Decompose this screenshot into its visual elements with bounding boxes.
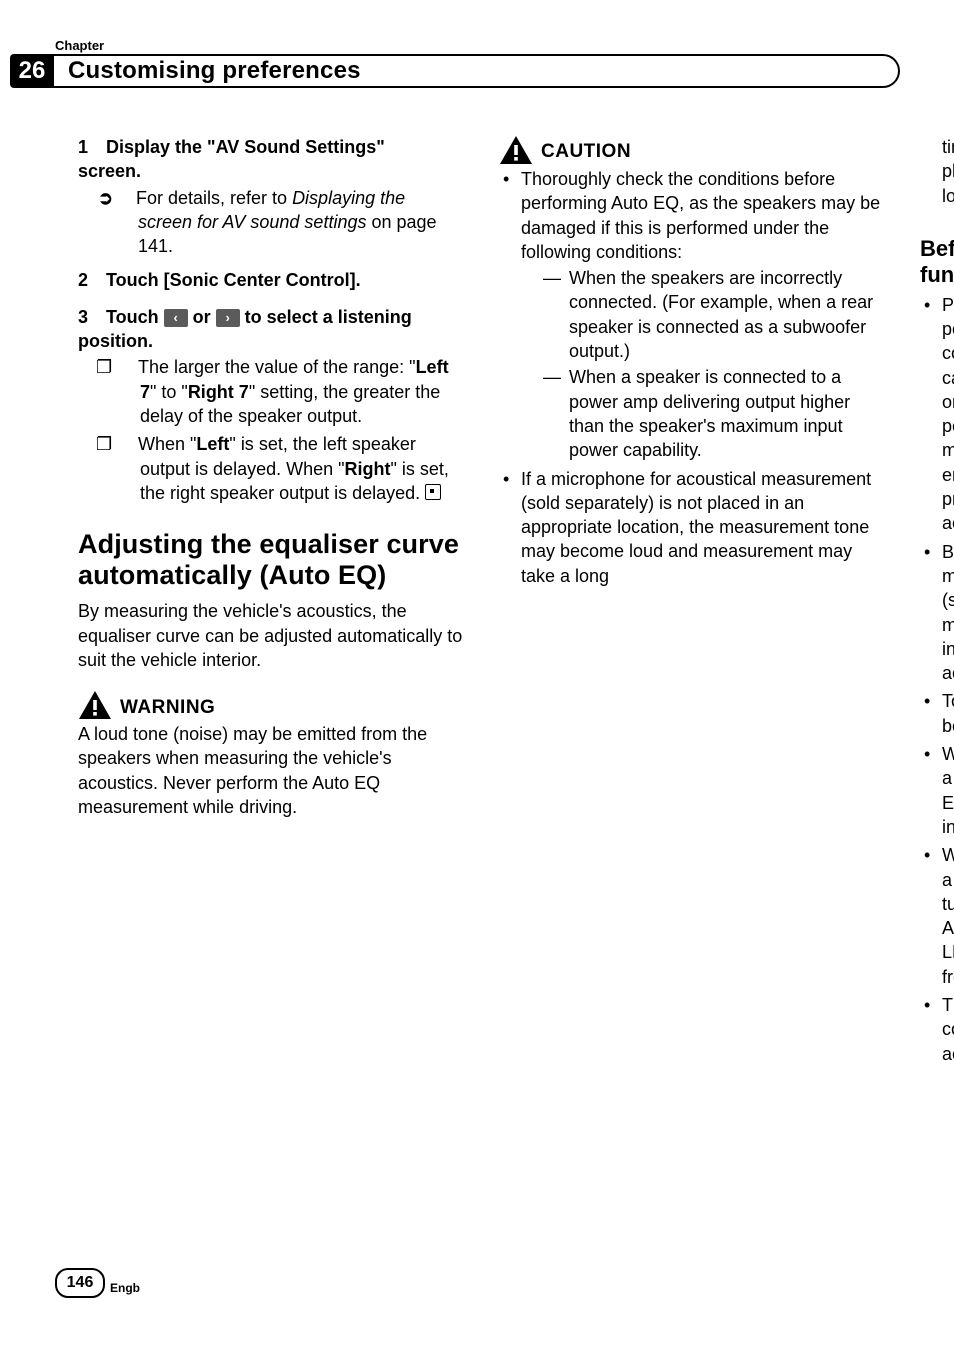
caution-heading: CAUTION xyxy=(499,135,884,165)
end-of-section-icon xyxy=(425,484,441,500)
caution-subitem: When a speaker is connected to a power a… xyxy=(543,365,884,462)
chapter-number-badge: 26 xyxy=(10,54,54,88)
note-bullet-icon: ❐ xyxy=(118,355,138,379)
list-item: When this navigation system is connected… xyxy=(920,742,954,839)
chapter-title-bar: Customising preferences xyxy=(54,54,900,88)
step-number: 2 xyxy=(78,268,106,292)
caution-item-2-part1: If a microphone for acoustical measureme… xyxy=(499,467,884,588)
note-bullet-icon: ❐ xyxy=(118,432,138,456)
footer-language: Engb xyxy=(110,1280,140,1296)
step-1-cont: screen. xyxy=(78,159,463,183)
warning-text: A loud tone (noise) may be emitted from … xyxy=(78,722,463,819)
page-number-badge: 146 xyxy=(55,1268,105,1298)
auto-eq-intro: By measuring the vehicle's acoustics, th… xyxy=(78,599,463,672)
list-item: Perform Auto EQ in as quiet a place as p… xyxy=(920,293,954,536)
step-1: 1Display the "AV Sound Settings" xyxy=(78,135,463,159)
step-number: 1 xyxy=(78,135,106,159)
caution-label: CAUTION xyxy=(541,139,631,165)
list-item: Be sure to perform Auto EQ using the mic… xyxy=(920,540,954,686)
step-number: 3 xyxy=(78,305,106,329)
warning-triangle-icon xyxy=(78,690,112,720)
step-3: 3Touch ‹ or › to select a listening posi… xyxy=(78,305,463,354)
step-3-note-2: ❐When "Left" is set, the left speaker ou… xyxy=(118,432,463,505)
ref-arrow-icon: ➲ xyxy=(118,186,136,210)
caution-item-2-part2: time, resulting in battery drainage. Be … xyxy=(920,135,954,208)
step-title: Display the "AV Sound Settings" xyxy=(106,137,385,157)
step-3-note-1: ❐The larger the value of the range: "Lef… xyxy=(118,355,463,428)
warning-label: WARNING xyxy=(120,695,215,721)
step-title: Touch [Sonic Center Control]. xyxy=(106,270,361,290)
list-item: The distance has been calculated by comp… xyxy=(920,993,954,1167)
caution-sublist: When the speakers are incorrectly connec… xyxy=(543,266,884,462)
warning-heading: WARNING xyxy=(78,690,463,720)
right-arrow-key-icon: › xyxy=(216,309,240,327)
left-arrow-key-icon: ‹ xyxy=(164,309,188,327)
before-auto-eq-list: Perform Auto EQ in as quiet a place as p… xyxy=(920,293,954,1167)
chapter-title: Customising preferences xyxy=(68,55,361,87)
step-2: 2Touch [Sonic Center Control]. xyxy=(78,268,463,292)
caution-triangle-icon xyxy=(499,135,533,165)
caution-list: Thoroughly check the conditions before p… xyxy=(499,167,884,588)
list-item: When this navigation system is connected… xyxy=(920,843,954,989)
list-item: To perform Auto EQ, the front speakers m… xyxy=(920,689,954,738)
heading-auto-eq: Adjusting the equaliser curve automatica… xyxy=(78,529,463,591)
caution-item-1: Thoroughly check the conditions before p… xyxy=(499,167,884,463)
chapter-label: Chapter xyxy=(55,37,104,55)
caution-subitem: When the speakers are incorrectly connec… xyxy=(543,266,884,363)
heading-before-auto-eq: Before operating the Auto EQ function xyxy=(920,236,954,289)
step-title: Touch ‹ or › to select a listening posit… xyxy=(78,307,412,351)
step-1-ref: ➲For details, refer to Displaying the sc… xyxy=(118,186,463,259)
